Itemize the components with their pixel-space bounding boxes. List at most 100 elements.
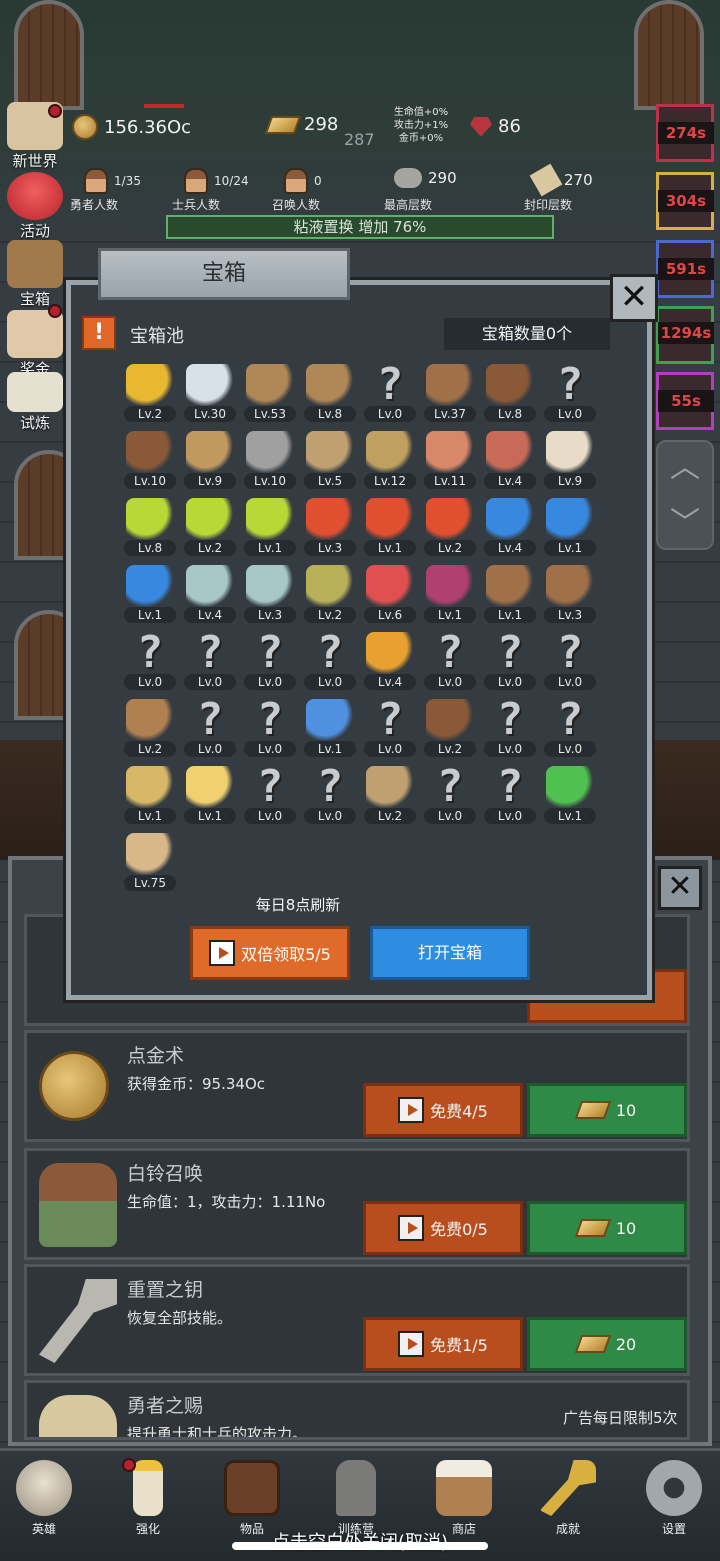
item-level: Lv.0 (244, 741, 296, 757)
chevron-down-icon[interactable]: ﹀ (658, 498, 712, 542)
tab-upgrade[interactable]: 强化 (108, 1460, 188, 1537)
chest-item-cell[interactable]: Lv.1 (362, 496, 418, 556)
chest-item-cell[interactable]: ? Lv.0 (362, 697, 418, 757)
free-ad-button[interactable]: 免费4/5 (363, 1083, 523, 1137)
left-nav-chest[interactable]: 宝箱 (4, 240, 66, 309)
chest-item-cell[interactable]: Lv.1 (302, 697, 358, 757)
chest-item-cell[interactable]: Lv.1 (122, 563, 178, 623)
buy-gold-button[interactable]: 10 (527, 1083, 687, 1137)
chest-item-cell[interactable]: ? Lv.0 (482, 764, 538, 824)
buy-gold-button[interactable]: 10 (527, 1201, 687, 1255)
tab-shop[interactable]: 商店 (424, 1460, 504, 1537)
tab-items[interactable]: 物品 (212, 1460, 292, 1537)
chest-item-cell[interactable]: Lv.1 (242, 496, 298, 556)
chest-item-cell[interactable]: Lv.1 (182, 764, 238, 824)
tab-hero[interactable]: 英雄 (4, 1460, 84, 1537)
item-level: Lv.9 (544, 473, 596, 489)
chest-item-cell[interactable]: Lv.4 (482, 429, 538, 489)
chest-item-cell[interactable]: ? Lv.0 (542, 697, 598, 757)
chest-item-cell[interactable]: Lv.3 (302, 496, 358, 556)
chest-item-cell[interactable]: ? Lv.0 (182, 630, 238, 690)
item-level: Lv.4 (484, 473, 536, 489)
chest-item-cell[interactable]: Lv.2 (362, 764, 418, 824)
chest-item-cell[interactable]: ? Lv.0 (542, 630, 598, 690)
info-icon[interactable]: ! (82, 316, 116, 350)
chest-item-cell[interactable]: Lv.1 (422, 563, 478, 623)
chest-item-cell[interactable]: Lv.4 (362, 630, 418, 690)
floor-scroll-control[interactable]: ︿ ﹀ (656, 440, 714, 550)
item-level: Lv.4 (184, 607, 236, 623)
left-nav-event[interactable]: 活动 (4, 172, 66, 241)
left-nav-bonus[interactable]: 奖金 (4, 310, 66, 379)
chest-item-cell[interactable]: ? Lv.0 (422, 630, 478, 690)
shop-item-title: 勇者之赐 (127, 1395, 204, 1417)
chest-item-cell[interactable]: Lv.2 (422, 697, 478, 757)
shop-item-title: 白铃召唤 (127, 1163, 204, 1185)
chevron-up-icon[interactable]: ︿ (658, 442, 712, 486)
chest-item-cell[interactable]: Lv.37 (422, 362, 478, 422)
item-level: Lv.0 (184, 674, 236, 690)
chest-item-cell[interactable]: ? Lv.0 (302, 764, 358, 824)
chest-item-cell[interactable]: Lv.2 (302, 563, 358, 623)
chest-item-cell[interactable]: ? Lv.0 (242, 630, 298, 690)
chest-item-cell[interactable]: Lv.10 (242, 429, 298, 489)
open-chest-button[interactable]: 打开宝箱 (370, 926, 530, 980)
tab-achievement[interactable]: 成就 (528, 1460, 608, 1537)
chest-item-cell[interactable]: Lv.2 (182, 496, 238, 556)
chest-item-cell[interactable]: Lv.2 (122, 362, 178, 422)
chest-item-cell[interactable]: Lv.53 (242, 362, 298, 422)
chest-item-cell[interactable]: ? Lv.0 (302, 630, 358, 690)
chest-item-cell[interactable]: Lv.2 (122, 697, 178, 757)
chest-item-cell[interactable]: ? Lv.0 (122, 630, 178, 690)
chest-item-cell[interactable]: Lv.8 (302, 362, 358, 422)
notification-dot (48, 104, 62, 118)
unknown-icon: ? (436, 761, 464, 812)
limit-text: 广告每日限制5次 (563, 1409, 678, 1427)
backpack-icon (426, 699, 474, 741)
chest-item-cell[interactable]: Lv.12 (362, 429, 418, 489)
shop-row: 勇者之赐 提升勇士和士兵的攻击力。 广告每日限制5次 (24, 1380, 690, 1440)
chest-item-cell[interactable]: Lv.1 (542, 496, 598, 556)
chest-item-cell[interactable]: Lv.9 (182, 429, 238, 489)
left-nav-label: 试炼 (19, 414, 50, 432)
chest-item-cell[interactable]: Lv.9 (542, 429, 598, 489)
chest-item-cell[interactable]: ? Lv.0 (362, 362, 418, 422)
chest-item-cell[interactable]: Lv.1 (122, 764, 178, 824)
chest-item-cell[interactable]: Lv.1 (482, 563, 538, 623)
chest-item-cell[interactable]: Lv.75 (122, 831, 178, 891)
chest-item-cell[interactable]: Lv.6 (362, 563, 418, 623)
left-nav-trial[interactable]: 试炼 (4, 372, 66, 433)
chest-item-cell[interactable]: ? Lv.0 (482, 697, 538, 757)
chest-item-cell[interactable]: Lv.3 (542, 563, 598, 623)
chest-item-cell[interactable]: ? Lv.0 (242, 697, 298, 757)
home-indicator (232, 1542, 488, 1550)
chest-item-cell[interactable]: Lv.1 (542, 764, 598, 824)
chest-item-cell[interactable]: Lv.5 (302, 429, 358, 489)
chest-item-cell[interactable]: Lv.2 (422, 496, 478, 556)
tab-settings[interactable]: 设置 (634, 1460, 714, 1537)
coin-icon (72, 114, 98, 140)
chest-item-cell[interactable]: Lv.4 (482, 496, 538, 556)
chest-item-cell[interactable]: Lv.3 (242, 563, 298, 623)
chest-item-cell[interactable]: ? Lv.0 (242, 764, 298, 824)
tab-training[interactable]: 训练营 (316, 1460, 396, 1537)
free-ad-button[interactable]: 免费1/5 (363, 1317, 523, 1371)
item-level: Lv.0 (244, 674, 296, 690)
chest-item-cell[interactable]: ? Lv.0 (482, 630, 538, 690)
free-ad-button[interactable]: 免费0/5 (363, 1201, 523, 1255)
chest-item-cell[interactable]: ? Lv.0 (542, 362, 598, 422)
chest-item-cell[interactable]: Lv.8 (482, 362, 538, 422)
close-hint[interactable]: 点击空白处关闭(取消) (0, 1528, 720, 1554)
buy-gold-button[interactable]: 20 (527, 1317, 687, 1371)
chest-item-cell[interactable]: Lv.30 (182, 362, 238, 422)
chest-item-cell[interactable]: Lv.8 (122, 496, 178, 556)
chest-item-cell[interactable]: Lv.10 (122, 429, 178, 489)
chest-item-cell[interactable]: ? Lv.0 (422, 764, 478, 824)
chest-item-cell[interactable]: Lv.11 (422, 429, 478, 489)
chest-item-cell[interactable]: Lv.4 (182, 563, 238, 623)
unknown-icon: ? (256, 761, 284, 812)
chest-item-cell[interactable]: ? Lv.0 (182, 697, 238, 757)
shop-close-button[interactable]: ✕ (658, 866, 702, 910)
seal-floor-stat: 270 (529, 163, 593, 197)
double-claim-button[interactable]: 双倍领取5/5 (190, 926, 350, 980)
